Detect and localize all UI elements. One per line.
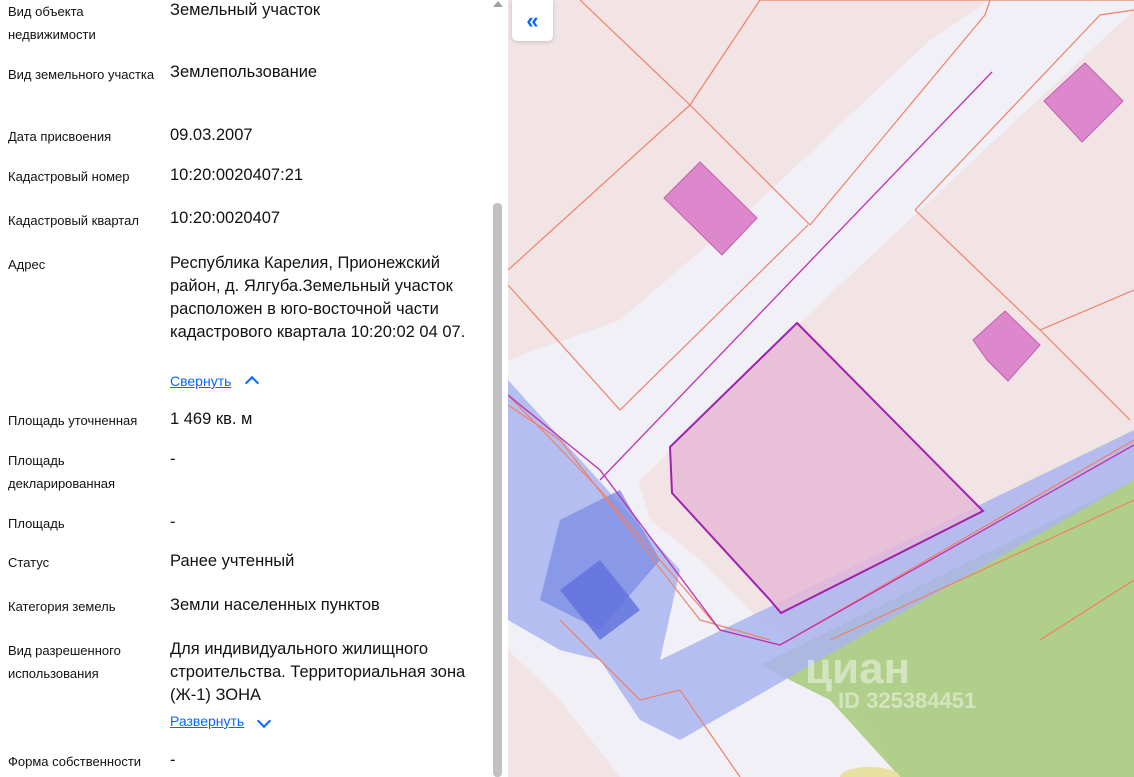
field-value: Ранее учтенный (170, 552, 295, 570)
object-info-panel: Вид объекта недвижимости Земельный участ… (0, 0, 508, 777)
field-value: Землепользование (170, 63, 318, 81)
field-label: Вид объекта недвижимости (8, 4, 96, 42)
field-value: Земельный участок (170, 1, 321, 19)
field-label: Статус (8, 555, 50, 570)
field-label: Площадь уточненная (8, 413, 138, 428)
field-label: Адрес (8, 257, 46, 272)
watermark-brand: циан (805, 644, 910, 693)
collapse-link[interactable]: Свернуть (170, 373, 231, 389)
field-value: Земли населенных пунктов (170, 596, 380, 614)
double-chevron-left-icon: « (526, 7, 539, 33)
field-value: Для индивидуального жилищного строительс… (170, 640, 466, 704)
scroll-up-arrow-icon[interactable] (493, 1, 503, 7)
field-label: Вид земельного участка (8, 67, 155, 82)
field-value: 1 469 кв. м (170, 410, 253, 428)
field-value: - (170, 751, 176, 769)
field-value: 09.03.2007 (170, 126, 253, 144)
field-value: 10:20:0020407 (170, 209, 281, 227)
scrollbar-thumb[interactable] (493, 203, 502, 777)
collapse-panel-button[interactable]: « (512, 0, 553, 41)
field-value: Республика Карелия, Прионежский район, д… (170, 254, 466, 341)
field-value: 10:20:0020407:21 (170, 166, 304, 184)
field-label: Площадь декларированная (8, 453, 116, 491)
field-value: - (170, 513, 176, 531)
chevron-up-icon[interactable] (244, 375, 260, 391)
cadastral-map[interactable]: циан ID 325384451 (508, 0, 1134, 777)
field-label: Площадь (8, 516, 65, 531)
field-label: Форма собственности (8, 754, 142, 769)
field-value: - (170, 450, 176, 468)
field-label: Вид разрешенного использования (8, 643, 121, 681)
expand-link[interactable]: Развернуть (170, 713, 244, 729)
watermark-id: ID 325384451 (838, 688, 976, 713)
field-label: Категория земель (8, 599, 116, 614)
field-label: Дата присвоения (8, 129, 112, 144)
map-canvas[interactable]: циан ID 325384451 (508, 0, 1134, 777)
field-label: Кадастровый квартал (8, 213, 139, 228)
field-label: Кадастровый номер (8, 169, 130, 184)
chevron-down-icon[interactable] (256, 713, 272, 729)
